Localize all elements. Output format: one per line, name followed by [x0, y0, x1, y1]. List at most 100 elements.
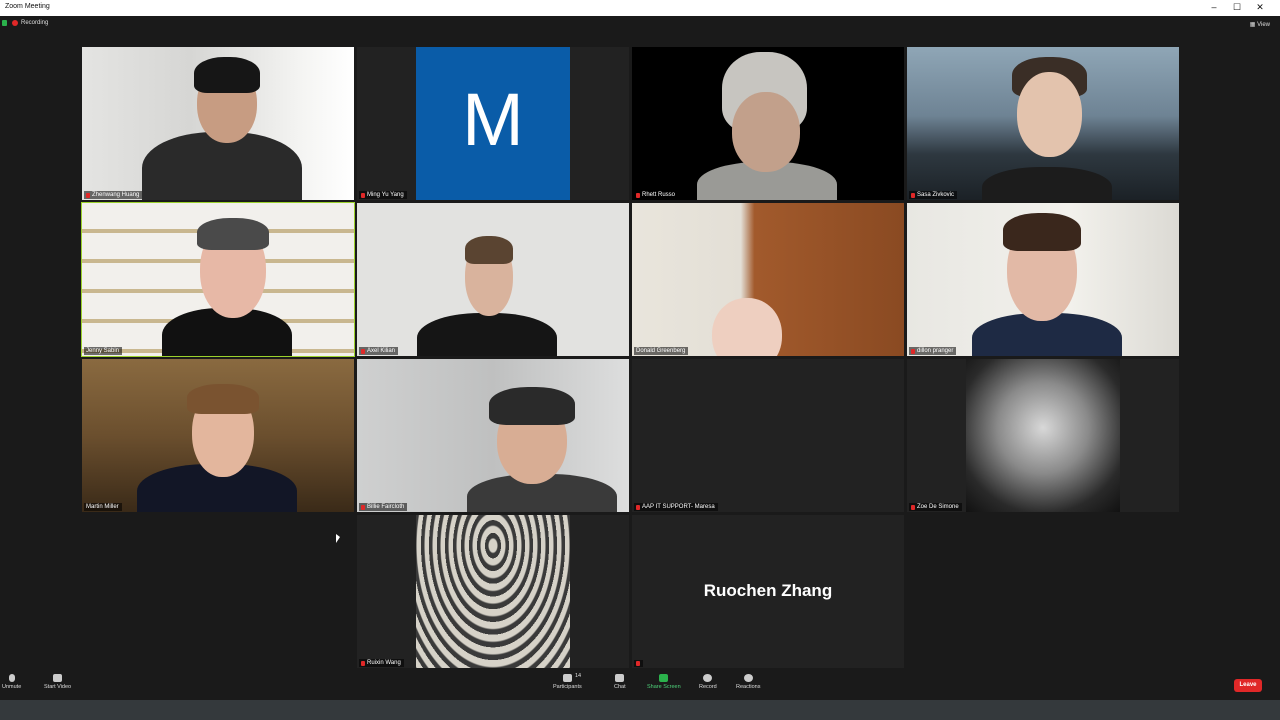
video-tile[interactable]: Donald Greenberg [632, 203, 904, 356]
participant-name: Rhett Russo [642, 192, 676, 198]
maximize-button[interactable]: ☐ [1226, 1, 1248, 14]
chat-button[interactable]: Chat [614, 674, 626, 690]
participant-name-tag: Jenny Sabin [84, 347, 123, 355]
video-tile[interactable]: Rhett Russo [632, 47, 904, 200]
chat-label: Chat [614, 684, 626, 690]
avatar: M [416, 47, 570, 200]
participant-name: Ruixin Wang [367, 660, 401, 666]
video-tile[interactable]: Ruixin Wang [357, 515, 629, 668]
video-tile[interactable]: M Ming Yu Yang [357, 47, 629, 200]
participant-name-tag: Donald Greenberg [634, 347, 689, 355]
participant-name-tag: Axel Kilian [359, 347, 399, 355]
mic-muted-icon [911, 504, 915, 510]
video-feed [357, 203, 629, 356]
video-tile[interactable]: Zhenwang Huang [82, 47, 354, 200]
participant-name-tag: Zhenwang Huang [84, 191, 143, 199]
participant-name: AAP IT SUPPORT- Maresa [642, 504, 715, 510]
unmute-button[interactable]: Unmute [2, 674, 21, 690]
participant-name-tag: Sasa Zivkovic [909, 191, 958, 199]
mic-muted-icon [86, 192, 90, 198]
chat-icon [615, 674, 625, 682]
start-video-button[interactable]: Start Video [44, 674, 71, 690]
video-feed [82, 203, 354, 356]
close-button[interactable]: ✕ [1249, 1, 1271, 14]
participant-name: Donald Greenberg [636, 348, 686, 354]
video-tile[interactable]: AAP IT SUPPORT- Maresa [632, 359, 904, 512]
mic-muted-icon [911, 348, 915, 354]
video-feed [82, 47, 354, 200]
record-button[interactable]: Record [699, 674, 717, 690]
participant-name-tag: Billie Faircloth [359, 503, 408, 511]
participants-label: Participants [553, 684, 582, 690]
profile-photo [907, 359, 1179, 512]
video-tile-active-speaker[interactable]: Jenny Sabin [81, 202, 355, 357]
avatar-letter: M [462, 78, 524, 161]
participant-name-display: Ruochen Zhang [703, 581, 833, 600]
mouse-cursor [336, 534, 340, 543]
video-tile[interactable]: Sasa Zivkovic [907, 47, 1179, 200]
os-taskbar [0, 700, 1280, 720]
video-tile[interactable]: Billie Faircloth [357, 359, 629, 512]
participant-name-tag: Zoe De Simone [909, 503, 962, 511]
security-icon [2, 20, 7, 26]
window-title: Zoom Meeting [5, 3, 50, 10]
video-tile[interactable]: Zoe De Simone [907, 359, 1179, 512]
share-screen-button[interactable]: Share Screen [647, 674, 681, 690]
mic-muted-icon [361, 660, 365, 666]
video-tile[interactable]: Axel Kilian [357, 203, 629, 356]
participant-name-tag: Ming Yu Yang [359, 191, 407, 199]
recording-indicator: Recording [2, 20, 48, 26]
leave-button[interactable]: Leave [1234, 679, 1262, 692]
participant-name: Jenny Sabin [86, 348, 120, 354]
mic-muted-icon [636, 192, 640, 198]
video-feed [357, 359, 629, 512]
participant-name: Zoe De Simone [917, 504, 959, 510]
people-icon [562, 674, 572, 682]
participant-name: Axel Kilian [367, 348, 396, 354]
mic-muted-icon [911, 192, 915, 198]
video-feed [82, 359, 354, 512]
participant-name-tag: dillon pranger [909, 347, 957, 355]
share-screen-icon [659, 674, 669, 682]
view-button[interactable]: ▦ View [1250, 21, 1270, 28]
reactions-button[interactable]: Reactions [736, 674, 760, 690]
video-feed [907, 203, 1179, 356]
video-tile[interactable]: dillon pranger [907, 203, 1179, 356]
participant-name-tag: Rhett Russo [634, 191, 679, 199]
profile-photo [357, 515, 629, 668]
start-video-label: Start Video [44, 684, 72, 690]
participant-name-tag [634, 660, 643, 667]
participants-count: 14 [575, 673, 582, 679]
reactions-icon [743, 674, 753, 682]
participant-name: Zhenwang Huang [92, 192, 140, 198]
participant-name-tag: AAP IT SUPPORT- Maresa [634, 503, 718, 511]
minimize-button[interactable]: – [1203, 1, 1225, 14]
window-titlebar: Zoom Meeting – ☐ ✕ [0, 0, 1280, 16]
video-feed [632, 47, 904, 200]
record-icon [703, 674, 713, 682]
reactions-label: Reactions [736, 684, 761, 690]
video-tile[interactable]: Ruochen Zhang [632, 515, 904, 668]
record-label: Record [699, 684, 717, 690]
record-dot-icon [12, 20, 18, 26]
participant-name: Martin Miller [86, 504, 119, 510]
view-label: View [1257, 22, 1270, 28]
mic-muted-icon [361, 192, 365, 198]
grid-icon: ▦ [1249, 22, 1258, 28]
camera-off-icon [53, 674, 63, 682]
participant-name: Billie Faircloth [367, 504, 405, 510]
participant-name: dillon pranger [917, 348, 954, 354]
mic-off-icon [8, 674, 15, 682]
meeting-toolbar: Unmute Start Video Participants 14 Chat … [0, 671, 1280, 700]
video-tile[interactable]: Martin Miller [82, 359, 354, 512]
participant-name: Ming Yu Yang [367, 192, 404, 198]
video-feed [632, 203, 904, 356]
video-feed [907, 47, 1179, 200]
unmute-label: Unmute [2, 684, 22, 690]
participant-name-tag: Ruixin Wang [359, 659, 404, 667]
share-screen-label: Share Screen [647, 684, 681, 690]
mic-muted-icon [361, 348, 365, 354]
participant-name-tag: Martin Miller [84, 503, 122, 511]
recording-label: Recording [21, 20, 49, 26]
mic-muted-icon [636, 504, 640, 510]
